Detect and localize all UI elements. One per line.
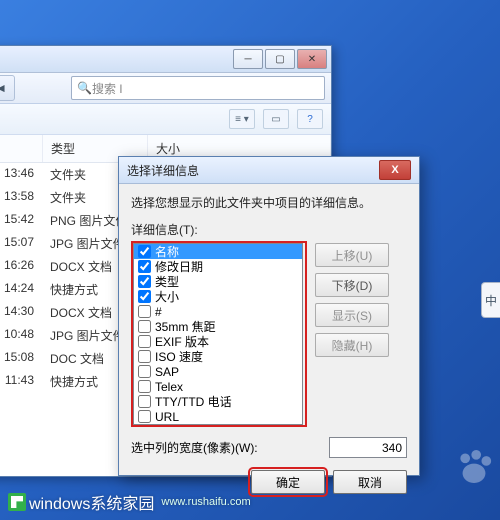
details-list-label: 详细信息(T): — [131, 221, 407, 238]
cell-date: 15:07 — [0, 233, 42, 254]
column-width-row: 选中列的宽度(像素)(W): — [131, 437, 407, 458]
back-button[interactable]: ◄ — [0, 75, 15, 101]
hide-button[interactable]: 隐藏(H) — [315, 333, 389, 357]
list-item-checkbox[interactable] — [138, 365, 151, 378]
explorer-view-toolbar: ≡ ▾ ▭ ? — [0, 104, 331, 135]
explorer-titlebar: ─ ▢ ✕ — [0, 46, 331, 73]
list-item[interactable]: 修改日期 — [134, 259, 302, 274]
list-item-label: 大小 — [155, 288, 179, 305]
cell-date: 13:58 — [0, 187, 42, 208]
explorer-nav-toolbar: ◄ 🔍 搜索 I — [0, 73, 331, 104]
details-list-highlight: 名称修改日期类型大小#35mm 焦距EXIF 版本ISO 速度SAPTelexT… — [131, 241, 307, 427]
list-item-checkbox[interactable] — [138, 260, 151, 273]
watermark-logo-icon — [8, 493, 26, 511]
watermark-url: www.rushaifu.com — [161, 496, 250, 508]
list-item-label: Telex — [155, 380, 183, 394]
list-item-checkbox[interactable] — [138, 305, 151, 318]
list-item[interactable]: # — [134, 304, 302, 319]
list-item-label: URL — [155, 410, 179, 424]
list-item-checkbox[interactable] — [138, 245, 151, 258]
list-item-checkbox[interactable] — [138, 350, 151, 363]
watermark: windows系统家园 www.rushaifu.com — [8, 490, 251, 514]
dialog-prompt: 选择您想显示的此文件夹中项目的详细信息。 — [131, 194, 407, 211]
cell-date: 11:43 — [0, 371, 42, 392]
search-icon: 🔍 — [77, 81, 92, 95]
dialog-side-buttons: 上移(U) 下移(D) 显示(S) 隐藏(H) — [315, 241, 389, 427]
list-item-label: SAP — [155, 365, 179, 379]
list-item[interactable]: URL — [134, 409, 302, 424]
view-mode-button[interactable]: ≡ ▾ — [229, 109, 255, 129]
list-item-label: # — [155, 305, 162, 319]
list-item-checkbox[interactable] — [138, 290, 151, 303]
cell-date: 15:08 — [0, 348, 42, 369]
list-item[interactable]: ISO 速度 — [134, 349, 302, 364]
column-width-label: 选中列的宽度(像素)(W): — [131, 439, 321, 456]
column-width-input[interactable] — [329, 437, 407, 458]
search-placeholder: 搜索 I — [92, 80, 123, 97]
preview-pane-button[interactable]: ▭ — [263, 109, 289, 129]
list-item-label: TTY/TTD 电话 — [155, 393, 232, 410]
dialog-titlebar[interactable]: 选择详细信息 X — [119, 157, 419, 184]
cell-date: 16:26 — [0, 256, 42, 277]
list-item-checkbox[interactable] — [138, 380, 151, 393]
dialog-body: 选择您想显示的此文件夹中项目的详细信息。 详细信息(T): 名称修改日期类型大小… — [119, 184, 419, 504]
paw-icon — [452, 446, 496, 490]
ime-side-tab[interactable]: 中 — [481, 282, 500, 318]
minimize-button[interactable]: ─ — [233, 49, 263, 69]
dialog-title: 选择详细信息 — [127, 162, 379, 179]
cell-date: 14:24 — [0, 279, 42, 300]
show-button[interactable]: 显示(S) — [315, 303, 389, 327]
cell-date: 10:48 — [0, 325, 42, 346]
dialog-close-button[interactable]: X — [379, 160, 411, 180]
choose-details-dialog: 选择详细信息 X 选择您想显示的此文件夹中项目的详细信息。 详细信息(T): 名… — [118, 156, 420, 476]
list-item[interactable]: 白平衡 — [134, 424, 302, 425]
list-item[interactable]: SAP — [134, 364, 302, 379]
cell-date: 14:30 — [0, 302, 42, 323]
list-item-checkbox[interactable] — [138, 275, 151, 288]
move-down-button[interactable]: 下移(D) — [315, 273, 389, 297]
ok-button[interactable]: 确定 — [251, 470, 325, 494]
list-item-label: 白平衡 — [155, 423, 191, 425]
list-item-checkbox[interactable] — [138, 395, 151, 408]
cell-date: 15:42 — [0, 210, 42, 231]
list-item-checkbox[interactable] — [138, 320, 151, 333]
watermark-text: windows系统家园 — [29, 490, 154, 514]
list-item-checkbox[interactable] — [138, 410, 151, 423]
list-item[interactable]: TTY/TTD 电话 — [134, 394, 302, 409]
list-item-checkbox[interactable] — [138, 335, 151, 348]
maximize-button[interactable]: ▢ — [265, 49, 295, 69]
search-input[interactable]: 🔍 搜索 I — [71, 76, 325, 100]
list-item[interactable]: 名称 — [134, 244, 302, 259]
cancel-button[interactable]: 取消 — [333, 470, 407, 494]
close-button[interactable]: ✕ — [297, 49, 327, 69]
list-item[interactable]: 类型 — [134, 274, 302, 289]
list-item-label: ISO 速度 — [155, 348, 203, 365]
cell-date: 13:46 — [0, 164, 42, 185]
list-item[interactable]: 大小 — [134, 289, 302, 304]
list-item[interactable]: EXIF 版本 — [134, 334, 302, 349]
help-button[interactable]: ? — [297, 109, 323, 129]
details-listbox[interactable]: 名称修改日期类型大小#35mm 焦距EXIF 版本ISO 速度SAPTelexT… — [133, 243, 303, 425]
list-item[interactable]: Telex — [134, 379, 302, 394]
move-up-button[interactable]: 上移(U) — [315, 243, 389, 267]
list-item[interactable]: 35mm 焦距 — [134, 319, 302, 334]
